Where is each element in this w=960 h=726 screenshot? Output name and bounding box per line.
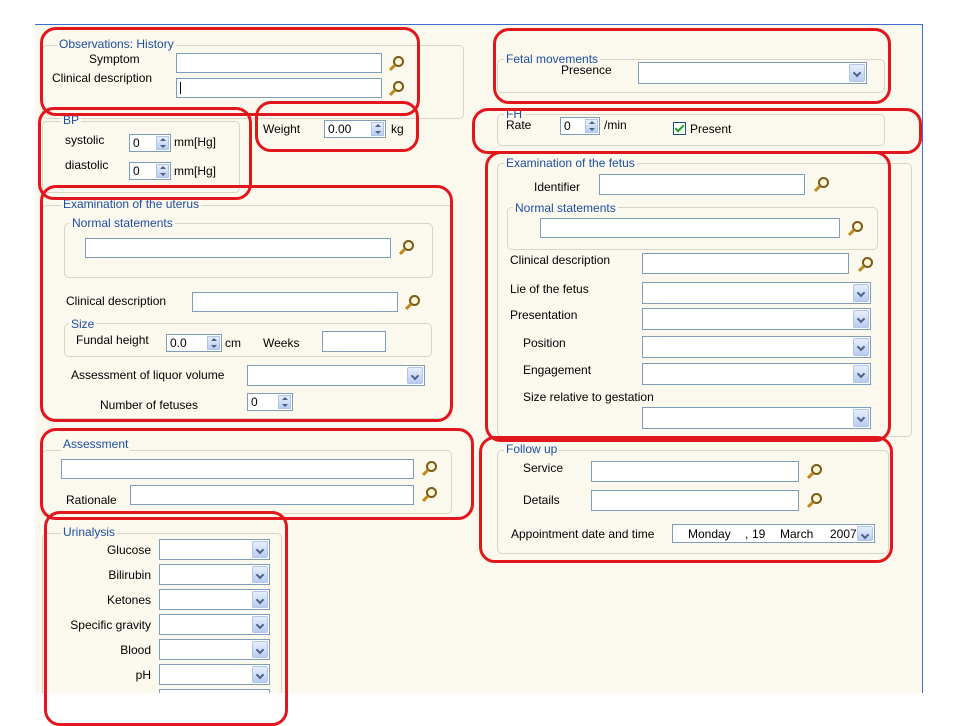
fetus-normal-statements-search-icon[interactable]: [846, 220, 864, 238]
chevron-down-icon[interactable]: [853, 310, 869, 328]
clinical-description-search-icon[interactable]: [387, 80, 405, 98]
present-checkbox[interactable]: [673, 122, 686, 135]
fetus-clinical-description-input[interactable]: [642, 253, 849, 274]
date-separator: ,: [745, 527, 749, 541]
urinalysis-item-select[interactable]: [159, 639, 270, 660]
weight-value: 0.00: [328, 122, 352, 136]
rate-label: Rate: [506, 118, 532, 132]
chevron-down-icon[interactable]: [853, 284, 869, 302]
lie-of-fetus-label: Lie of the fetus: [510, 282, 589, 296]
chevron-down-icon[interactable]: [853, 338, 869, 356]
urinalysis-item-select[interactable]: [159, 589, 270, 610]
uterus-normal-statements-search-icon[interactable]: [397, 239, 415, 257]
urinalysis-item-select[interactable]: [159, 689, 270, 693]
fetus-legend: Examination of the fetus: [504, 156, 637, 170]
chevron-down-icon[interactable]: [252, 566, 268, 583]
identifier-search-icon[interactable]: [812, 176, 830, 194]
engagement-label: Engagement: [523, 363, 592, 377]
date-day: Monday: [688, 527, 731, 541]
appointment-date-picker[interactable]: Monday , 19 March 2007: [672, 524, 875, 543]
rate-unit: /min: [604, 118, 627, 132]
rationale-search-icon[interactable]: [420, 486, 438, 504]
engagement-select[interactable]: [642, 363, 871, 385]
fetus-normal-statements-legend: Normal statements: [513, 201, 618, 215]
lie-of-fetus-select[interactable]: [642, 282, 871, 304]
follow-up-legend: Follow up: [504, 442, 560, 456]
chevron-down-icon[interactable]: [252, 666, 268, 683]
uterus-clinical-description-search-icon[interactable]: [403, 294, 421, 312]
spinner-arrows-icon[interactable]: [585, 119, 598, 133]
service-search-icon[interactable]: [805, 463, 823, 481]
weeks-input[interactable]: [322, 331, 386, 352]
date-number: 19: [752, 527, 766, 541]
urinalysis-item-label: pH: [135, 668, 151, 682]
urinalysis-item-label: Bilirubin: [108, 568, 151, 582]
weight-spinner[interactable]: 0.00: [324, 120, 386, 138]
identifier-label: Identifier: [534, 180, 581, 194]
urinalysis-item-select[interactable]: [159, 614, 270, 635]
service-input[interactable]: [591, 461, 799, 482]
details-search-icon[interactable]: [805, 492, 823, 510]
date-dropdown[interactable]: [857, 525, 874, 542]
spinner-arrows-icon[interactable]: [371, 122, 384, 136]
urinalysis-item-select[interactable]: [159, 664, 270, 685]
presence-select[interactable]: [638, 62, 867, 84]
size-relative-select[interactable]: [642, 407, 871, 429]
chevron-down-icon[interactable]: [857, 526, 873, 541]
presentation-label: Presentation: [510, 308, 578, 322]
date-month: March: [780, 527, 814, 541]
position-label: Position: [523, 336, 566, 350]
rate-value: 0: [564, 119, 571, 133]
service-label: Service: [523, 461, 564, 475]
chevron-down-icon[interactable]: [853, 409, 869, 427]
urinalysis-item-label: Specific gravity: [70, 618, 151, 632]
appointment-label: Appointment date and time: [511, 527, 655, 541]
chevron-down-icon[interactable]: [853, 365, 869, 383]
presentation-select[interactable]: [642, 308, 871, 330]
weight-unit: kg: [391, 122, 404, 136]
chevron-down-icon[interactable]: [252, 641, 268, 658]
identifier-input[interactable]: [599, 174, 805, 195]
fetus-normal-statements-input[interactable]: [540, 218, 840, 238]
rate-spinner[interactable]: 0: [560, 117, 600, 135]
fetus-clinical-description-label: Clinical description: [510, 253, 611, 267]
fetus-clinical-description-search-icon[interactable]: [856, 256, 874, 274]
position-select[interactable]: [642, 336, 871, 358]
chevron-down-icon[interactable]: [849, 64, 865, 82]
assessment-search-icon[interactable]: [420, 460, 438, 478]
urinalysis-item-select[interactable]: [159, 564, 270, 585]
chevron-down-icon[interactable]: [252, 541, 268, 558]
size-relative-label: Size relative to gestation: [523, 390, 654, 404]
chevron-down-icon[interactable]: [252, 616, 268, 633]
urinalysis-item-select[interactable]: [159, 539, 270, 560]
present-label[interactable]: Present: [690, 122, 731, 136]
presence-label: Presence: [561, 63, 612, 77]
symptom-search-icon[interactable]: [387, 55, 405, 73]
details-input[interactable]: [591, 490, 799, 511]
urinalysis-item-label: Blood: [120, 643, 151, 657]
details-label: Details: [523, 493, 560, 507]
form-panel: Observations: History Symptom Clinical d…: [35, 24, 923, 693]
date-year: 2007: [830, 527, 857, 541]
urinalysis-item-label: Glucose: [106, 543, 151, 557]
urinalysis-list: Glucose Bilirubin Ketones Specific gravity B…: [35, 25, 295, 693]
chevron-down-icon[interactable]: [407, 367, 423, 384]
chevron-down-icon[interactable]: [252, 591, 268, 608]
urinalysis-item-label: Ketones: [106, 593, 151, 607]
